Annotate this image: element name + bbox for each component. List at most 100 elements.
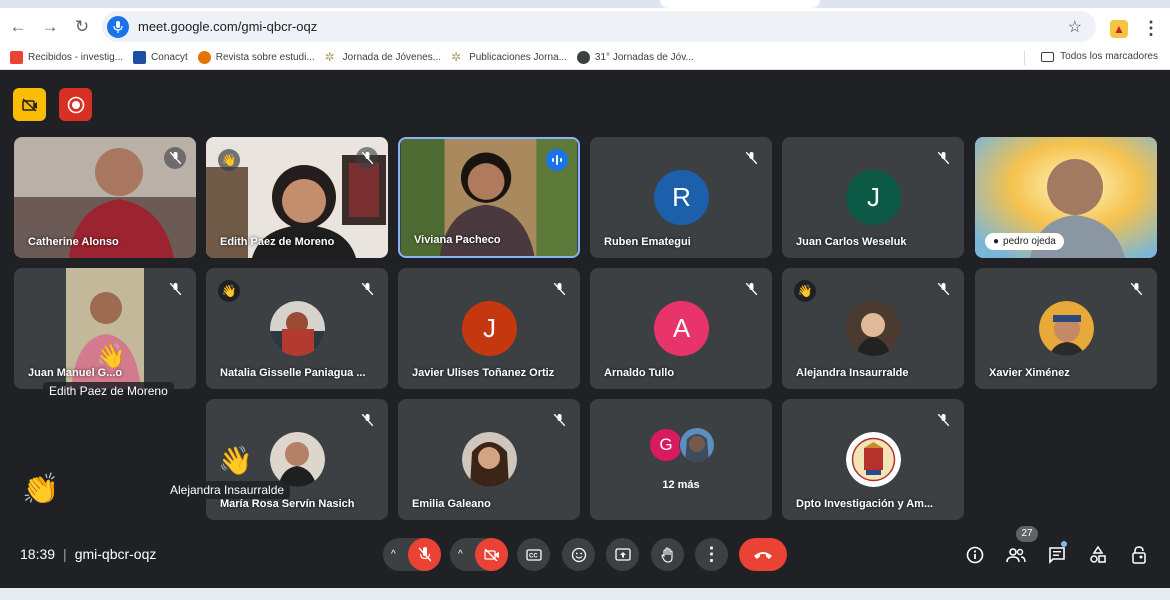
mic-options-button[interactable]: ^	[383, 538, 441, 571]
divider: |	[63, 546, 67, 562]
muted-mic-icon	[164, 278, 186, 300]
clap-reaction: 👏	[22, 473, 60, 506]
info-icon	[966, 546, 983, 563]
more-participants-tile[interactable]: G 12 más	[590, 399, 772, 520]
chat-button[interactable]	[1040, 538, 1073, 571]
hang-up-icon	[754, 551, 772, 559]
participant-tile[interactable]: Dpto Investigación y Am...	[782, 399, 964, 520]
participant-tile[interactable]: 👋 Juan Manuel G...o	[14, 268, 196, 389]
all-bookmarks[interactable]: Todos los marcadores	[1041, 51, 1158, 62]
participant-tile[interactable]: J Juan Carlos Weseluk	[782, 137, 964, 258]
participant-name: Emilia Galeano	[412, 498, 491, 510]
back-icon[interactable]: ←	[4, 13, 32, 41]
reload-icon[interactable]: ↻	[68, 13, 96, 41]
address-bar-row: ← → ↻ meet.google.com/gmi-qbcr-oqz ☆ ▲ ⋮	[0, 8, 1170, 46]
muted-mic-icon	[1125, 278, 1147, 300]
captions-off-button[interactable]	[13, 88, 46, 121]
present-icon	[614, 548, 631, 561]
forward-icon[interactable]: →	[36, 13, 64, 41]
captions-button[interactable]: CC	[517, 538, 550, 571]
muted-mic-icon	[164, 147, 186, 169]
avatar: J	[462, 301, 517, 356]
record-icon	[67, 96, 84, 113]
bookmark-conacyt[interactable]: Conacyt	[133, 51, 188, 64]
meeting-code: gmi-qbcr-oqz	[74, 546, 157, 562]
muted-mic-icon	[932, 278, 954, 300]
bookmark-label: Conacyt	[151, 52, 188, 63]
present-screen-button[interactable]	[606, 538, 639, 571]
participant-tile[interactable]: R Ruben Emategui	[590, 137, 772, 258]
more-vert-icon: ⋮	[702, 544, 721, 564]
participant-tile[interactable]: A Arnaldo Tullo	[590, 268, 772, 389]
bookmark-gmail[interactable]: Recibidos - investig...	[10, 51, 123, 64]
participant-tile-speaking[interactable]: Viviana Pacheco	[398, 137, 580, 258]
host-controls-button[interactable]	[1122, 538, 1155, 571]
muted-mic-icon	[740, 278, 762, 300]
avatar	[270, 432, 325, 487]
bookmark-jornada[interactable]: ✲ Jornada de Jóvenes...	[325, 51, 441, 64]
participant-name: María Rosa Servín Nasich	[220, 498, 355, 510]
participant-tile[interactable]: Catherine Alonso	[14, 137, 196, 258]
lock-person-icon	[1131, 545, 1146, 564]
tab-strip	[0, 0, 1170, 8]
muted-mic-icon	[356, 278, 378, 300]
bookmark-publicaciones[interactable]: ✲ Publicaciones Jorna...	[451, 51, 567, 64]
journal-icon	[197, 51, 211, 64]
participant-tile[interactable]: Xavier Ximénez	[975, 268, 1157, 389]
activities-button[interactable]	[1081, 538, 1114, 571]
mic-off-button[interactable]	[408, 538, 441, 571]
bookmark-label: Publicaciones Jorna...	[469, 52, 567, 63]
avatar	[1039, 301, 1094, 356]
avatar	[679, 427, 715, 463]
omnibox[interactable]: meet.google.com/gmi-qbcr-oqz ☆	[102, 11, 1096, 42]
participant-name: pedro ojeda	[1003, 236, 1056, 247]
participant-name: Dpto Investigación y Am...	[796, 498, 934, 510]
avatar: J	[846, 170, 901, 225]
participant-name: Arnaldo Tullo	[604, 367, 675, 379]
pin-icon: ●	[993, 236, 1000, 247]
browser-menu-icon[interactable]: ⋮	[1142, 18, 1160, 39]
muted-mic-icon	[548, 278, 570, 300]
bookmark-31-jornadas[interactable]: 31° Jornadas de Jóv...	[576, 51, 694, 64]
os-taskbar	[0, 588, 1170, 600]
reaction-name-label: Alejandra Insaurralde	[164, 481, 291, 499]
participant-name: Juan Carlos Weseluk	[796, 236, 907, 248]
extension-icon[interactable]: ▲	[1110, 20, 1128, 38]
chat-icon	[1048, 546, 1065, 564]
recording-button[interactable]	[59, 88, 92, 121]
leave-call-button[interactable]	[739, 538, 787, 571]
participant-tile[interactable]: 👋 Natalia Gisselle Paniagua ...	[206, 268, 388, 389]
people-count-badge: 27	[1016, 526, 1038, 542]
people-icon	[1005, 547, 1026, 562]
more-options-button[interactable]: ⋮	[695, 538, 728, 571]
clock: 18:39	[20, 546, 56, 562]
bookmark-label: Revista sobre estudi...	[215, 52, 315, 63]
participant-tile[interactable]: Emilia Galeano	[398, 399, 580, 520]
participant-name: Xavier Ximénez	[989, 367, 1070, 379]
participant-name: Javier Ulises Toñanez Ortiz	[412, 367, 555, 379]
participant-tile[interactable]: 👋 Edith Paez de Moreno	[206, 137, 388, 258]
muted-mic-icon	[932, 409, 954, 431]
sun-icon: ✲	[324, 50, 335, 64]
shapes-icon	[1089, 545, 1106, 563]
participant-name: Natalia Gisselle Paniagua ...	[220, 367, 366, 379]
bookmark-star-icon[interactable]: ☆	[1068, 17, 1082, 37]
active-tab[interactable]	[660, 0, 820, 8]
raise-hand-button[interactable]	[651, 538, 684, 571]
participant-tile[interactable]: ● pedro ojeda	[975, 137, 1157, 258]
camera-off-button[interactable]	[475, 538, 508, 571]
mic-site-icon[interactable]	[107, 15, 129, 38]
people-button[interactable]	[999, 538, 1032, 571]
svg-text:CC: CC	[529, 553, 538, 559]
url-text[interactable]: meet.google.com/gmi-qbcr-oqz	[138, 19, 317, 34]
camera-options-button[interactable]: ^	[450, 538, 508, 571]
participant-tile[interactable]: 👋 Alejandra Insaurralde	[782, 268, 964, 389]
mic-off-icon	[418, 547, 431, 562]
camera-off-icon	[483, 548, 499, 561]
emoji-reaction-button[interactable]	[562, 538, 595, 571]
participant-tile[interactable]: J Javier Ulises Toñanez Ortiz	[398, 268, 580, 389]
participant-name: Ruben Emategui	[604, 236, 691, 248]
meeting-details-button[interactable]	[958, 538, 991, 571]
bookmark-revista[interactable]: Revista sobre estudi...	[197, 51, 315, 64]
screen: { "browser": { "url": "meet.google.com/g…	[0, 0, 1170, 600]
